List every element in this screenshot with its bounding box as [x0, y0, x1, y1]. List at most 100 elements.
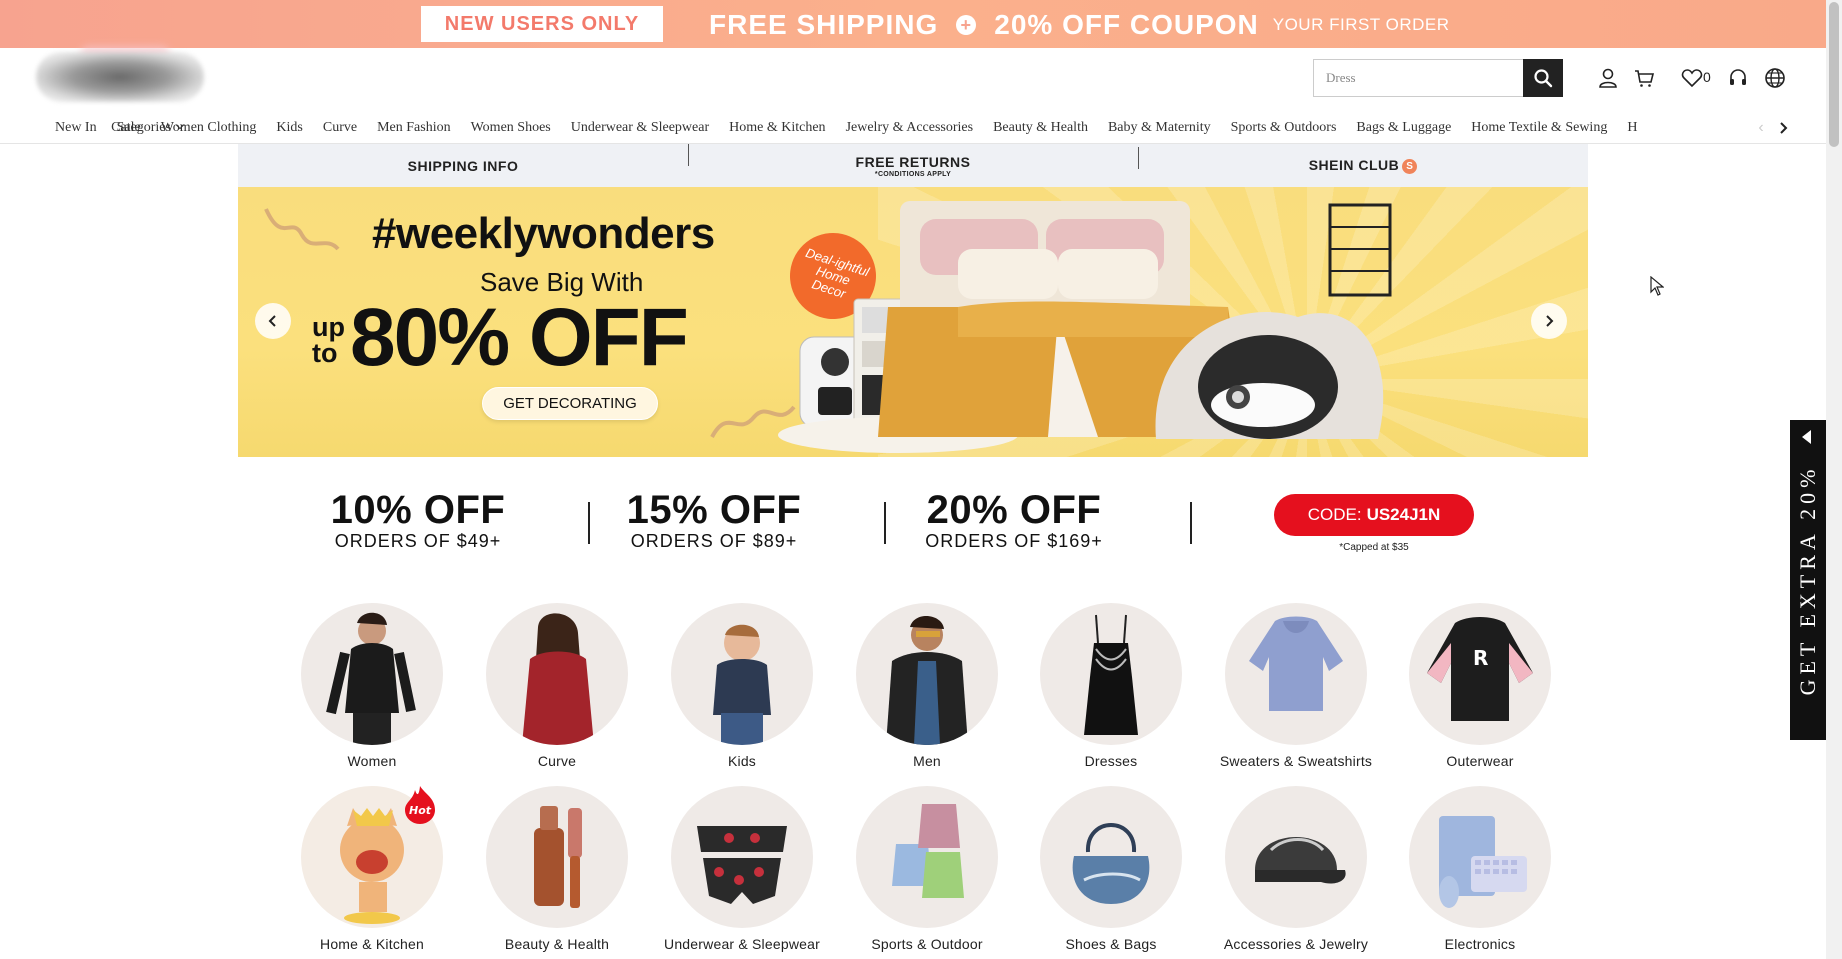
nav-item-jewelry-accessories[interactable]: Jewelry & Accessories [846, 120, 974, 136]
ribbon-decoration [264, 208, 340, 251]
category-shoes-bags[interactable]: Shoes & Bags [1019, 786, 1203, 952]
nav-item-beauty-health[interactable]: Beauty & Health [993, 120, 1088, 136]
collapse-arrow-icon[interactable] [1802, 430, 1811, 444]
category-label: Kids [727, 753, 757, 769]
extra-discount-tab[interactable]: GET EXTRA 20% [1790, 420, 1826, 740]
get-decorating-button[interactable]: GET DECORATING [482, 387, 658, 420]
coupon-code-button[interactable]: CODE: US24J1N [1274, 494, 1474, 536]
nav-item-bags-luggage[interactable]: Bags & Luggage [1356, 120, 1451, 136]
heart-icon[interactable] [1680, 66, 1704, 90]
category-label: Curve [537, 753, 577, 769]
coupon-divider [1190, 502, 1192, 544]
category-underwear-sleepwear[interactable]: Underwear & Sleepwear [650, 786, 834, 952]
first-order-text: YOUR FIRST ORDER [1272, 15, 1450, 34]
nav-item-home-kitchen[interactable]: Home & Kitchen [729, 120, 825, 136]
hero-banner[interactable]: #weeklywonders Save Big With up to 80% OF… [238, 187, 1588, 457]
category-electronics[interactable]: Electronics [1388, 786, 1572, 952]
nav-item-kids[interactable]: Kids [276, 120, 302, 136]
chevron-left-icon [268, 315, 276, 327]
category-image [486, 603, 628, 745]
category-label: Sports & Outdoor [871, 936, 983, 952]
nav-item-men-fashion[interactable]: Men Fashion [377, 120, 451, 136]
hot-badge-icon: Hot [405, 786, 435, 824]
category-dresses[interactable]: Dresses [1019, 603, 1203, 769]
category-kids[interactable]: Kids [650, 603, 834, 769]
search-input[interactable]: Dress [1313, 59, 1523, 97]
site-logo[interactable] [36, 52, 204, 102]
coupon-threshold: ORDERS OF $89+ [630, 531, 798, 551]
chevron-right-icon [1546, 315, 1554, 327]
nav-item-home-textile-sewing[interactable]: Home Textile & Sewing [1471, 120, 1607, 136]
category-sports-outdoor[interactable]: Sports & Outdoor [835, 786, 1019, 952]
coupon-threshold: ORDERS OF $169+ [925, 531, 1103, 551]
category-outerwear[interactable]: R Outerwear [1388, 603, 1572, 769]
category-image [1040, 786, 1182, 928]
category-label: Underwear & Sleepwear [664, 936, 820, 952]
new-users-label: NEW USERS ONLY [421, 6, 663, 42]
category-label: Women [347, 753, 397, 769]
coupon-tier: 10% OFF ORDERS OF $49+ [308, 488, 528, 552]
coupon-threshold: ORDERS OF $49+ [334, 531, 502, 551]
category-women[interactable]: Women [280, 603, 464, 769]
category-home-kitchen[interactable]: Home & Kitchen Hot [280, 786, 464, 952]
nav-item-sports-outdoors[interactable]: Sports & Outdoors [1231, 120, 1337, 136]
globe-icon[interactable] [1763, 66, 1787, 90]
shipping-info-link[interactable]: SHIPPING INFO [238, 158, 688, 174]
category-image [671, 786, 813, 928]
nav-item-baby-maternity[interactable]: Baby & Maternity [1108, 120, 1211, 136]
category-label: Accessories & Jewelry [1223, 936, 1369, 952]
coupon-tiers: 10% OFF ORDERS OF $49+ 15% OFF ORDERS OF… [238, 480, 1588, 570]
chevron-right-icon [1780, 122, 1788, 134]
code-value: US24J1N [1366, 505, 1441, 524]
search-button[interactable] [1523, 59, 1563, 97]
hero-prev-button[interactable] [255, 303, 291, 339]
category-image [301, 603, 443, 745]
nav-item-categories[interactable]: Categories [55, 120, 239, 136]
category-men[interactable]: Men [835, 603, 1019, 769]
shipping-info-label: SHIPPING INFO [407, 157, 519, 174]
category-image [856, 786, 998, 928]
search-placeholder: Dress [1326, 70, 1356, 85]
category-sweaters[interactable]: Sweaters & Sweatshirts [1204, 603, 1388, 769]
code-label: CODE: [1307, 505, 1362, 524]
category-image [856, 603, 998, 745]
category-label: Men [913, 753, 941, 769]
shein-club-label: SHEIN CLUB [1308, 157, 1400, 173]
coupon-divider [588, 502, 590, 544]
category-nav: Categories New In Sale Women Clothing Ki… [0, 112, 1826, 144]
nav-item-more[interactable]: H [1627, 120, 1637, 136]
user-icon[interactable] [1596, 66, 1620, 90]
headset-icon[interactable] [1726, 66, 1750, 90]
promo-offer: FREE SHIPPING + 20% OFF COUPON YOUR FIRS… [709, 8, 1450, 42]
nav-item-curve[interactable]: Curve [323, 120, 357, 136]
nav-next-button[interactable] [1770, 114, 1796, 142]
coupon-text: 20% OFF COUPON [994, 9, 1259, 40]
scrollbar-thumb[interactable] [1829, 2, 1839, 147]
extra-discount-text: GET EXTRA 20% [1795, 464, 1820, 696]
hero-discount: 80% OFF [350, 292, 689, 383]
cart-icon[interactable] [1632, 66, 1656, 90]
nav-item-women-shoes[interactable]: Women Shoes [471, 120, 551, 136]
coupon-discount: 10% OFF [330, 488, 506, 532]
hero-next-button[interactable] [1531, 303, 1567, 339]
category-beauty-health[interactable]: Beauty & Health [465, 786, 649, 952]
nav-item-underwear-sleepwear[interactable]: Underwear & Sleepwear [571, 120, 709, 136]
shein-club-link[interactable]: SHEIN CLUB S [1138, 147, 1588, 174]
category-image [1040, 603, 1182, 745]
plus-icon: + [956, 15, 977, 35]
category-curve[interactable]: Curve [465, 603, 649, 769]
category-accessories-jewelry[interactable]: Accessories & Jewelry [1204, 786, 1388, 952]
category-image [671, 603, 813, 745]
free-returns-link[interactable]: FREE RETURNS *CONDITIONS APPLY [688, 143, 1138, 178]
category-label: Home & Kitchen [320, 936, 424, 952]
conditions-apply-text: *CONDITIONS APPLY [874, 170, 952, 178]
home-decor-image [778, 201, 1392, 453]
page: { "promo": { "new_users": "NEW USERS ONL… [0, 0, 1842, 959]
promo-banner[interactable]: NEW USERS ONLY FREE SHIPPING + 20% OFF C… [0, 0, 1826, 48]
nav-prev-arrow-icon[interactable]: ‹ [1752, 114, 1770, 142]
category-image [1225, 603, 1367, 745]
page-scrollbar[interactable] [1826, 0, 1842, 959]
hero-title: #weeklywonders [372, 209, 715, 258]
club-badge-icon: S [1402, 159, 1418, 174]
category-image [486, 786, 628, 928]
